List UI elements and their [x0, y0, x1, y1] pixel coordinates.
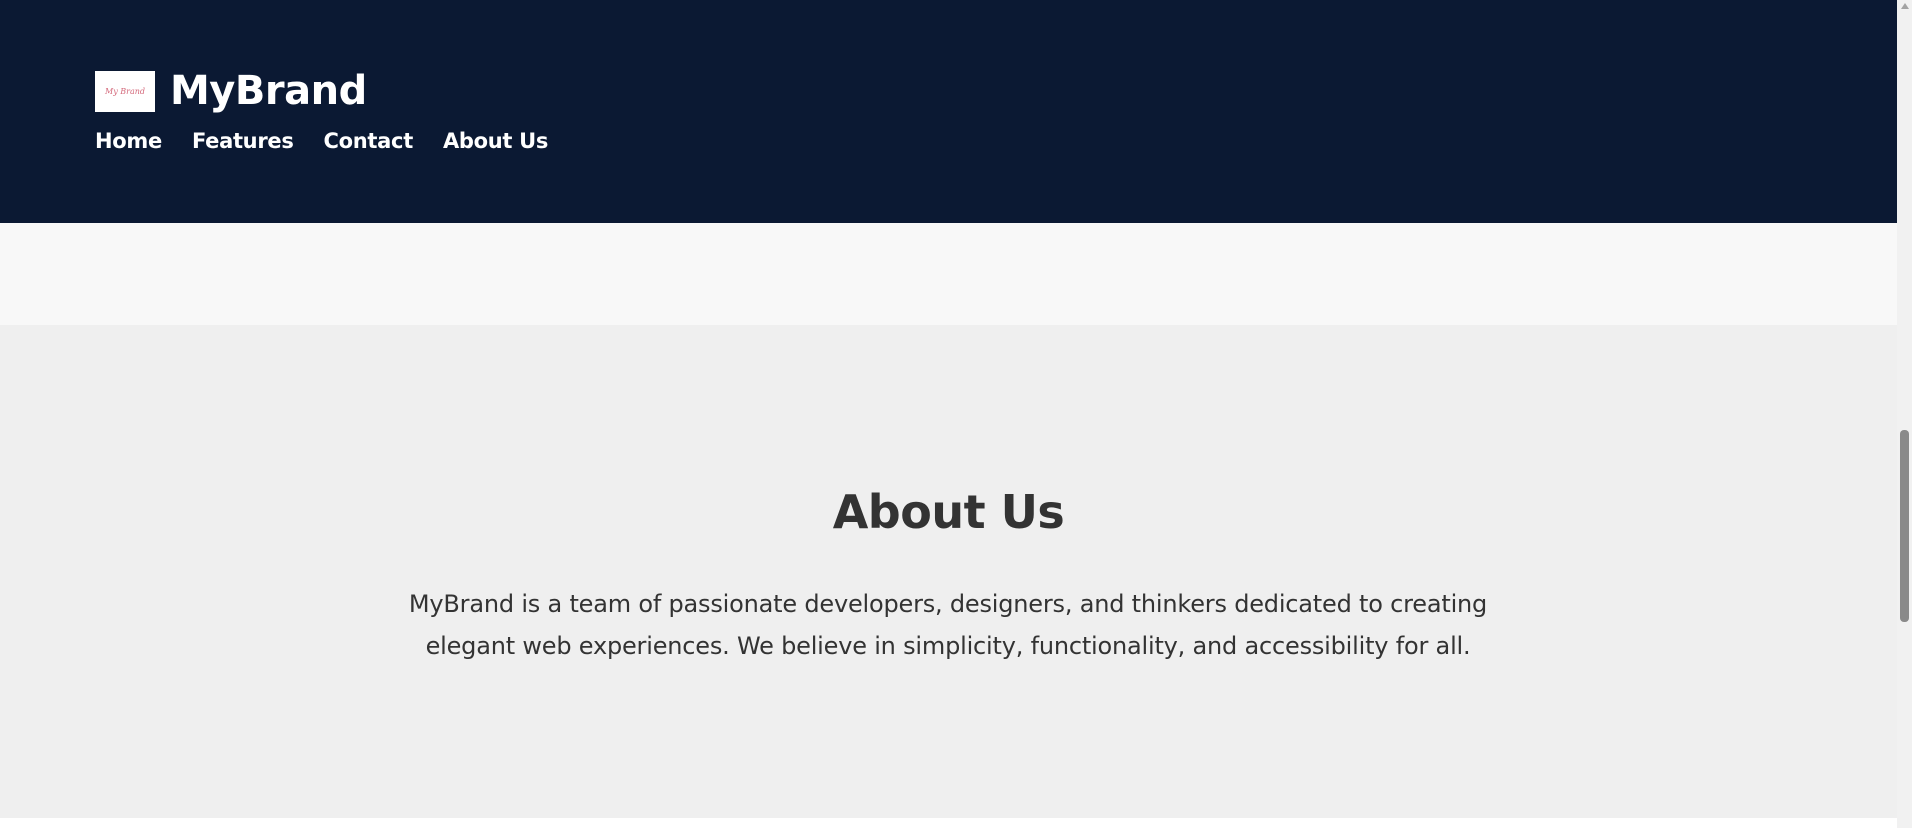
nav-link-about-us[interactable]: About Us — [443, 129, 548, 153]
about-description: MyBrand is a team of passionate develope… — [408, 590, 1488, 660]
brand-name[interactable]: MyBrand — [170, 68, 367, 114]
page: My Brand MyBrand Home Features Contact A… — [0, 0, 1897, 828]
nav-link-features[interactable]: Features — [192, 129, 294, 153]
section-divider — [0, 223, 1897, 325]
main-nav: Home Features Contact About Us — [95, 129, 548, 153]
scrollbar-thumb[interactable] — [1900, 430, 1909, 622]
nav-link-home[interactable]: Home — [95, 129, 162, 153]
brand[interactable]: My Brand MyBrand — [95, 68, 367, 114]
scroll-up-arrow-icon[interactable] — [1901, 3, 1909, 9]
about-section: About Us MyBrand is a team of passionate… — [0, 325, 1897, 818]
logo-text: My Brand — [105, 86, 145, 96]
nav-link-contact[interactable]: Contact — [324, 129, 414, 153]
about-title: About Us — [832, 485, 1065, 539]
brand-logo[interactable]: My Brand — [95, 70, 155, 112]
vertical-scrollbar[interactable] — [1897, 0, 1912, 828]
site-header: My Brand MyBrand Home Features Contact A… — [0, 0, 1897, 223]
